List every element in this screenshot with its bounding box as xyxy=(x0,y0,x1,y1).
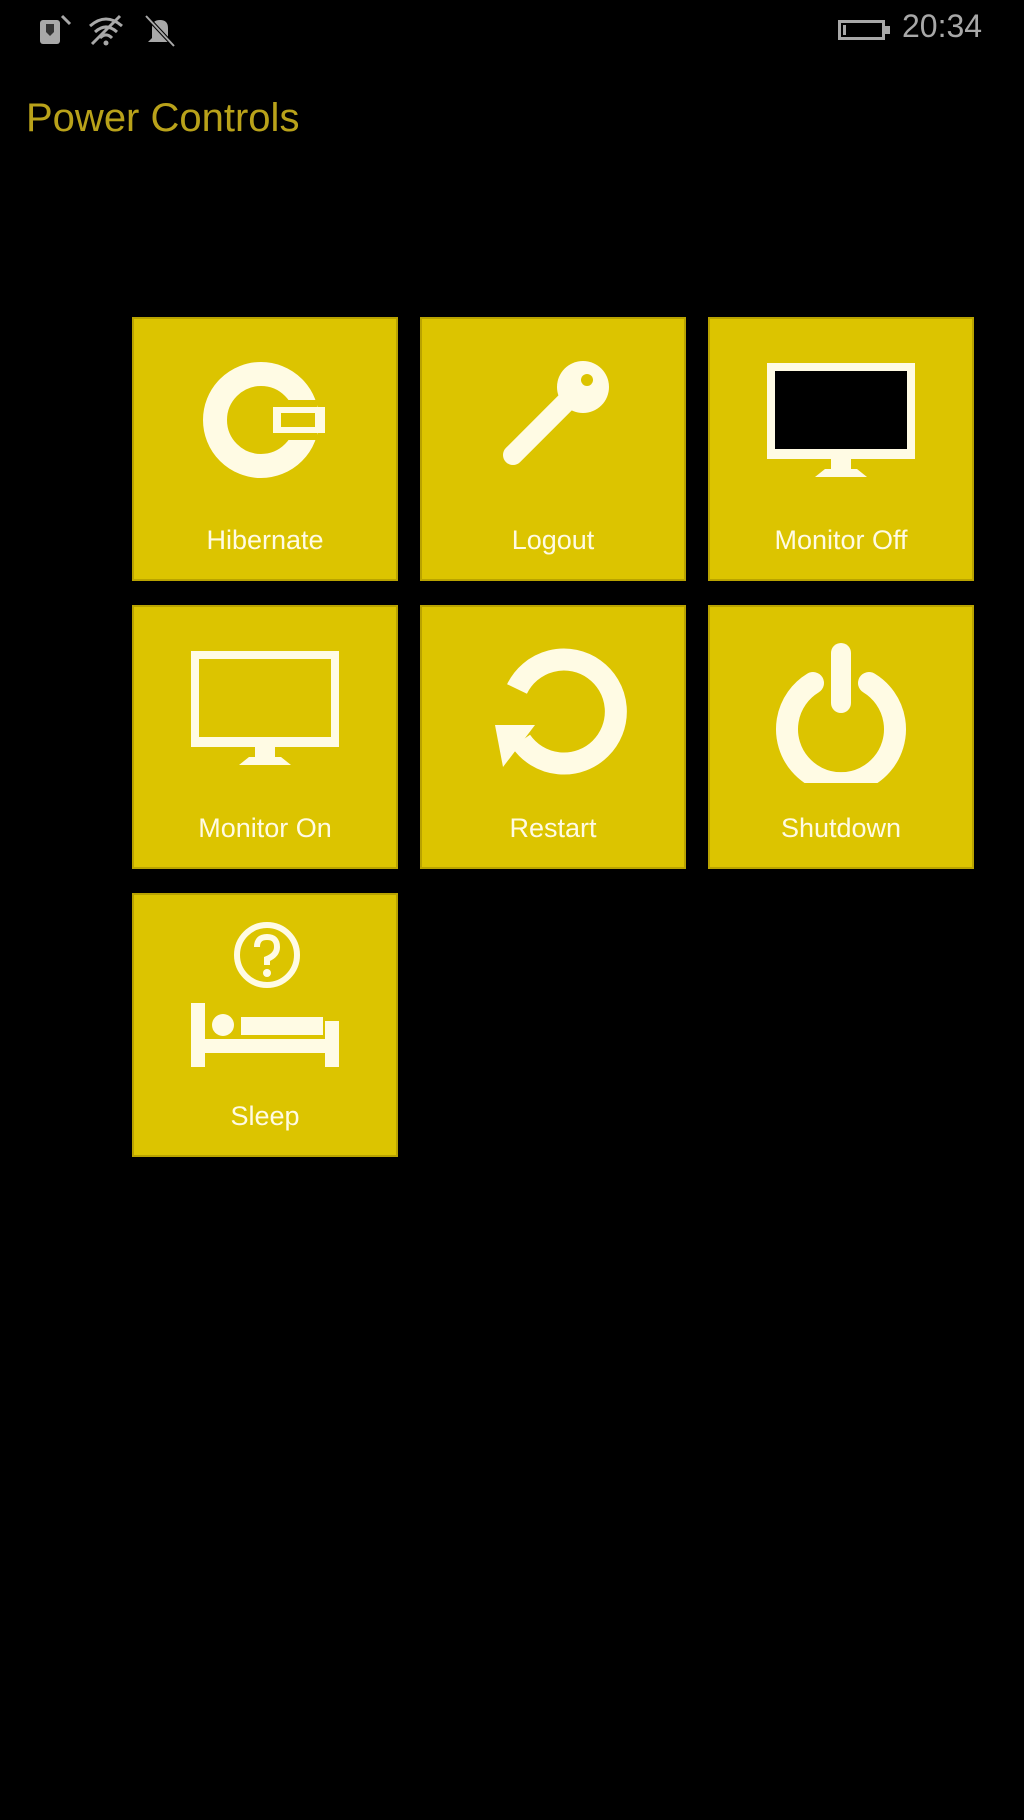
hibernate-tile[interactable]: Hibernate xyxy=(132,317,398,581)
wifi-off-icon xyxy=(86,10,126,50)
battery-icon xyxy=(838,18,892,42)
logout-tile[interactable]: Logout xyxy=(420,317,686,581)
hibernate-icon xyxy=(185,345,345,495)
status-bar: 20:34 xyxy=(0,0,1024,60)
page-title: Power Controls xyxy=(26,96,300,140)
shutdown-label: Shutdown xyxy=(780,813,902,843)
restart-icon xyxy=(473,633,633,783)
logout-label: Logout xyxy=(511,525,595,555)
shutdown-tile[interactable]: Shutdown xyxy=(708,605,974,869)
clock: 20:34 xyxy=(902,8,983,44)
tile-grid: Hibernate Logout Monitor Off Monitor On … xyxy=(132,317,978,1161)
monitor-off-label: Monitor Off xyxy=(774,525,908,555)
power-icon xyxy=(761,633,921,795)
sleep-tile[interactable]: Sleep xyxy=(132,893,398,1157)
signal-icon xyxy=(36,10,76,50)
silent-notification-icon xyxy=(140,10,180,50)
sleep-label: Sleep xyxy=(230,1101,300,1131)
restart-label: Restart xyxy=(509,813,597,843)
monitor-on-tile[interactable]: Monitor On xyxy=(132,605,398,869)
monitor-off-icon xyxy=(761,345,921,495)
restart-tile[interactable]: Restart xyxy=(420,605,686,869)
sleep-icon xyxy=(185,921,345,1071)
monitor-off-tile[interactable]: Monitor Off xyxy=(708,317,974,581)
hibernate-label: Hibernate xyxy=(206,525,324,555)
monitor-on-icon xyxy=(185,633,345,783)
monitor-on-label: Monitor On xyxy=(198,813,332,843)
key-icon xyxy=(473,345,633,495)
